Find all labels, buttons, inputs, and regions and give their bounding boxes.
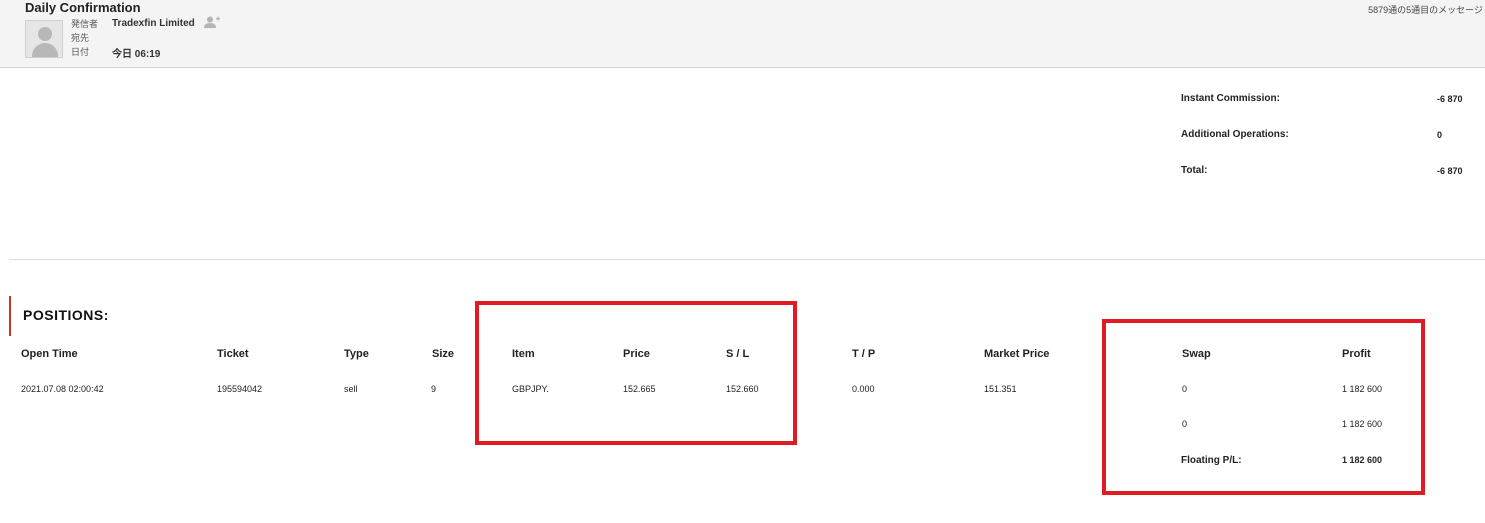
section-divider [9,259,1485,260]
instant-commission-label: Instant Commission: [1181,93,1280,104]
from-label: 発信者 [71,19,99,29]
cell-type: sell [344,384,358,394]
highlight-box-swap-profit [1102,319,1425,495]
total-label: Total: [1181,165,1208,176]
cell-ticket: 195594042 [217,384,263,394]
add-contact-icon[interactable] [204,16,220,28]
additional-operations-value: 0 [1437,130,1443,140]
header-ticket: Ticket [217,348,249,360]
mail-header: Daily Confirmation 発信者 Tradexfin Limited… [0,0,1485,68]
mail-subject: Daily Confirmation [25,0,141,15]
date-label: 日付 [71,47,90,57]
date-value: 今日 06:19 [112,49,161,60]
cell-market-price: 151.351 [984,384,1017,394]
cell-size: 9 [431,384,437,394]
message-count: 5879通の5通目のメッセージ [1368,5,1483,15]
total-value: -6 870 [1437,166,1463,176]
header-market-price: Market Price [984,348,1050,360]
section-accent-bar [9,296,11,336]
header-open-time: Open Time [21,348,78,360]
sender-name[interactable]: Tradexfin Limited [112,18,195,29]
to-label: 宛先 [71,33,90,43]
instant-commission-value: -6 870 [1437,94,1463,104]
header-type: Type [344,348,369,360]
header-size: Size [432,348,455,360]
header-take-profit: T / P [852,348,876,360]
avatar-placeholder-icon [25,20,63,58]
additional-operations-label: Additional Operations: [1181,129,1289,140]
cell-take-profit: 0.000 [852,384,875,394]
highlight-box-item-price-sl [475,301,797,445]
cell-open-time: 2021.07.08 02:00:42 [21,384,104,394]
positions-title: POSITIONS: [23,307,109,323]
